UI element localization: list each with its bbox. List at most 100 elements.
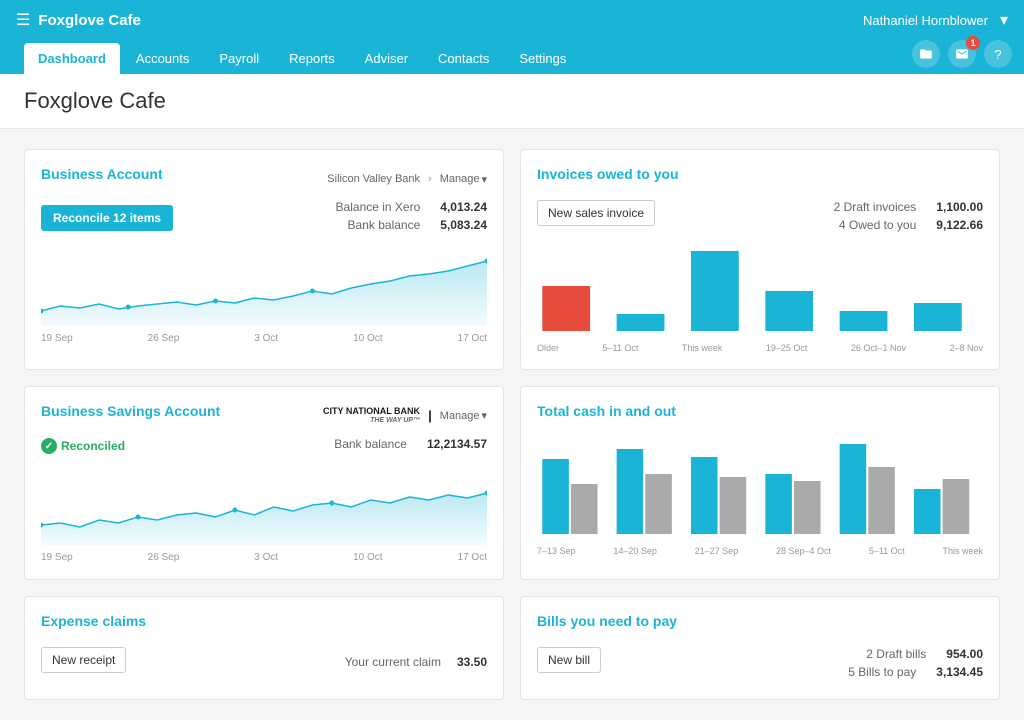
- business-account-line-chart: [41, 246, 487, 326]
- total-cash-chart-labels: 7–13 Sep 14–20 Sep 21–27 Sep 28 Sep–4 Oc…: [537, 546, 983, 556]
- chart-label-5: 17 Oct: [458, 333, 487, 344]
- current-claim-label: Your current claim: [345, 655, 441, 669]
- total-cash-chart: 7–13 Sep 14–20 Sep 21–27 Sep 28 Sep–4 Oc…: [537, 439, 983, 556]
- business-account-chart: 19 Sep 26 Sep 3 Oct 10 Oct 17 Oct: [41, 246, 487, 344]
- hamburger-icon[interactable]: ☰: [16, 10, 30, 30]
- draft-invoices-row: 2 Draft invoices 1,100.00: [834, 200, 983, 214]
- page-header: Foxglove Cafe: [0, 74, 1024, 129]
- balance-bank-label: Bank balance: [348, 218, 421, 232]
- savings-balance: Bank balance 12,2134.57: [334, 437, 487, 455]
- app-name: Foxglove Cafe: [38, 12, 141, 29]
- mail-icon-btn[interactable]: 1: [948, 40, 976, 68]
- business-account-chart-labels: 19 Sep 26 Sep 3 Oct 10 Oct 17 Oct: [41, 333, 487, 344]
- reconciled-badge: ✓ Reconciled: [41, 438, 125, 454]
- invoices-title: Invoices owed to you: [537, 166, 679, 182]
- business-account-title: Business Account: [41, 166, 163, 182]
- new-receipt-button[interactable]: New receipt: [41, 647, 126, 673]
- top-bar-right: Nathaniel Hornblower ▾: [863, 10, 1008, 30]
- savings-balance-section: ✓ Reconciled Bank balance 12,2134.57: [41, 437, 487, 455]
- bills-to-pay-val: 3,134.45: [936, 665, 983, 679]
- new-sales-invoice-button[interactable]: New sales invoice: [537, 200, 655, 226]
- user-dropdown-icon[interactable]: ▾: [1000, 10, 1008, 30]
- total-cash-title: Total cash in and out: [537, 403, 676, 419]
- nav-tabs: Dashboard Accounts Payroll Reports Advis…: [12, 43, 912, 74]
- inv-label-5: 26 Oct–1 Nov: [851, 343, 906, 353]
- expense-claim-row: Your current claim 33.50: [345, 655, 487, 669]
- savings-header: Business Savings Account City National B…: [41, 403, 487, 429]
- user-name: Nathaniel Hornblower: [863, 13, 988, 28]
- check-icon: ✓: [41, 438, 57, 454]
- invoices-chart: Older 5–11 Oct This week 19–25 Oct 26 Oc…: [537, 246, 983, 353]
- owed-label: 4 Owed to you: [839, 218, 916, 232]
- city-bank-logo: City National Bank The way up™: [323, 407, 420, 425]
- savings-bank-info: City National Bank The way up™ | Manage …: [323, 407, 487, 425]
- top-bar-left: ☰ Foxglove Cafe: [16, 10, 141, 30]
- savings-bank-balance-val: 12,2134.57: [427, 437, 487, 451]
- draft-bills-val: 954.00: [946, 647, 983, 661]
- main-content: Business Account Silicon Valley Bank › M…: [0, 129, 1024, 720]
- invoices-header: Invoices owed to you: [537, 166, 983, 192]
- sav-label-5: 17 Oct: [458, 552, 487, 563]
- help-icon-btn[interactable]: ?: [984, 40, 1012, 68]
- balance-xero-row: Balance in Xero 4,013.24: [336, 200, 487, 214]
- invoices-owed-card: Invoices owed to you New sales invoice 2…: [520, 149, 1000, 370]
- savings-line-chart: [41, 465, 487, 545]
- draft-invoices-val: 1,100.00: [936, 200, 983, 214]
- bank-info: Silicon Valley Bank › Manage ▾: [327, 173, 487, 186]
- bills-to-pay-label: 5 Bills to pay: [848, 665, 916, 679]
- tab-reports[interactable]: Reports: [275, 43, 349, 74]
- tab-dashboard[interactable]: Dashboard: [24, 43, 120, 74]
- balance-bank-row: Bank balance 5,083.24: [336, 218, 487, 232]
- balance-xero-label: Balance in Xero: [336, 200, 421, 214]
- sav-label-4: 10 Oct: [353, 552, 382, 563]
- cash-label-3: 21–27 Sep: [695, 546, 739, 556]
- balance-xero-val: 4,013.24: [440, 200, 487, 214]
- chart-label-2: 26 Sep: [148, 333, 180, 344]
- draft-invoices-label: 2 Draft invoices: [834, 200, 917, 214]
- chart-label-3: 3 Oct: [254, 333, 278, 344]
- savings-manage-btn[interactable]: Manage ▾: [440, 409, 487, 422]
- expense-content: New receipt Your current claim 33.50: [41, 647, 487, 673]
- tab-contacts[interactable]: Contacts: [424, 43, 503, 74]
- bills-card: Bills you need to pay New bill 2 Draft b…: [520, 596, 1000, 700]
- new-bill-button[interactable]: New bill: [537, 647, 601, 673]
- top-bar: ☰ Foxglove Cafe Nathaniel Hornblower ▾: [0, 0, 1024, 40]
- owed-to-you-row: 4 Owed to you 9,122.66: [834, 218, 983, 232]
- inv-label-6: 2–8 Nov: [949, 343, 983, 353]
- invoices-chart-labels: Older 5–11 Oct This week 19–25 Oct 26 Oc…: [537, 343, 983, 353]
- bills-to-pay-row: 5 Bills to pay 3,134.45: [848, 665, 983, 679]
- city-bank-divider: |: [428, 408, 432, 423]
- manage-btn[interactable]: Manage ▾: [440, 173, 487, 186]
- expense-header: Expense claims: [41, 613, 487, 639]
- owed-val: 9,122.66: [936, 218, 983, 232]
- savings-chart-labels: 19 Sep 26 Sep 3 Oct 10 Oct 17 Oct: [41, 552, 487, 563]
- total-cash-card: Total cash in and out: [520, 386, 1000, 580]
- balance-section: Reconcile 12 items Balance in Xero 4,013…: [41, 200, 487, 236]
- business-account-card: Business Account Silicon Valley Bank › M…: [24, 149, 504, 370]
- invoices-bar-chart: [537, 246, 983, 336]
- inv-label-2: 5–11 Oct: [603, 343, 639, 353]
- expense-claims-card: Expense claims New receipt Your current …: [24, 596, 504, 700]
- tab-accounts[interactable]: Accounts: [122, 43, 203, 74]
- inv-label-4: 19–25 Oct: [766, 343, 808, 353]
- bills-content: New bill 2 Draft bills 954.00 5 Bills to…: [537, 647, 983, 683]
- chart-label-4: 10 Oct: [353, 333, 382, 344]
- cash-label-4: 28 Sep–4 Oct: [776, 546, 831, 556]
- bills-title: Bills you need to pay: [537, 613, 677, 629]
- mail-badge: 1: [966, 36, 980, 50]
- current-claim-val: 33.50: [457, 655, 487, 669]
- sav-label-2: 26 Sep: [148, 552, 180, 563]
- tab-settings[interactable]: Settings: [505, 43, 580, 74]
- tab-payroll[interactable]: Payroll: [205, 43, 273, 74]
- folder-icon-btn[interactable]: [912, 40, 940, 68]
- cash-label-6: This week: [942, 546, 983, 556]
- reconcile-button[interactable]: Reconcile 12 items: [41, 205, 173, 231]
- draft-bills-row: 2 Draft bills 954.00: [848, 647, 983, 661]
- cash-label-5: 5–11 Oct: [869, 546, 905, 556]
- bank-chevron: ›: [428, 173, 432, 185]
- invoices-top: New sales invoice 2 Draft invoices 1,100…: [537, 200, 983, 236]
- chart-label-1: 19 Sep: [41, 333, 73, 344]
- tab-adviser[interactable]: Adviser: [351, 43, 422, 74]
- bank-name[interactable]: Silicon Valley Bank: [327, 173, 420, 185]
- nav-icons: 1 ?: [912, 40, 1012, 74]
